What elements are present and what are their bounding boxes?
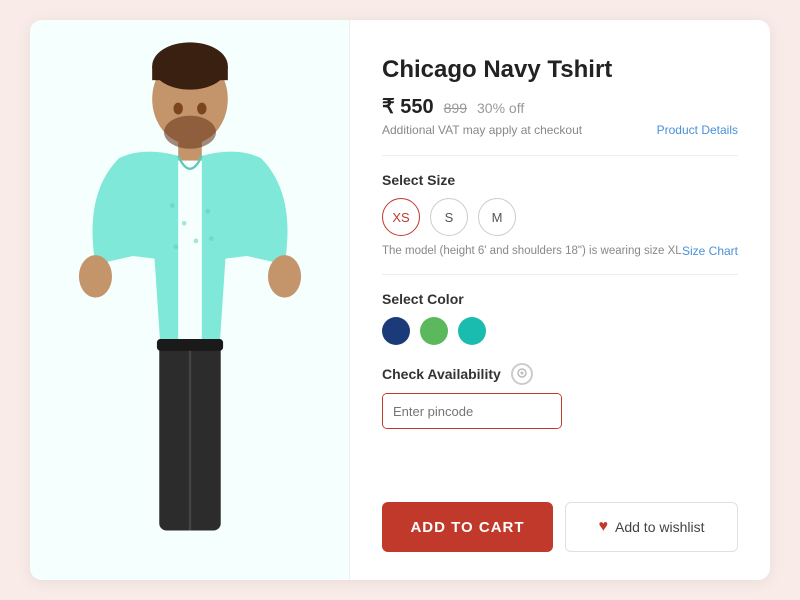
product-title: Chicago Navy Tshirt	[382, 56, 738, 84]
price-row: ₹ 550 899 30% off	[382, 94, 738, 119]
size-btn-s[interactable]: S	[430, 198, 468, 236]
product-card: Chicago Navy Tshirt ₹ 550 899 30% off Ad…	[30, 20, 770, 580]
color-teal[interactable]	[458, 317, 486, 345]
vat-text: Additional VAT may apply at checkout	[382, 123, 582, 137]
availability-label: Check Availability	[382, 366, 501, 382]
model-note-row: The model (height 6' and shoulders 18") …	[382, 244, 738, 258]
size-btn-xs[interactable]: XS	[382, 198, 420, 236]
divider-2	[382, 274, 738, 275]
size-section-label: Select Size	[382, 172, 738, 188]
pincode-row: ›	[382, 393, 738, 429]
add-to-cart-button[interactable]: ADD TO CART	[382, 502, 553, 552]
color-green[interactable]	[420, 317, 448, 345]
add-to-wishlist-button[interactable]: ♥ Add to wishlist	[565, 502, 738, 552]
product-image-section	[30, 20, 350, 580]
model-note: The model (height 6' and shoulders 18") …	[382, 245, 682, 257]
color-section-label: Select Color	[382, 291, 738, 307]
color-navy[interactable]	[382, 317, 410, 345]
location-svg	[516, 368, 528, 380]
size-options: XS S M	[382, 198, 738, 236]
availability-row: Check Availability	[382, 363, 738, 385]
add-to-wishlist-label: Add to wishlist	[615, 519, 704, 535]
price-discount: 30% off	[477, 100, 524, 116]
color-options	[382, 317, 738, 345]
pincode-input[interactable]	[383, 394, 562, 428]
product-image	[30, 20, 349, 580]
size-chart-link[interactable]: Size Chart	[682, 244, 738, 258]
price-original: 899	[444, 100, 467, 116]
pincode-input-wrap: ›	[382, 393, 562, 429]
heart-icon: ♥	[599, 518, 609, 536]
size-btn-m[interactable]: M	[478, 198, 516, 236]
divider-1	[382, 155, 738, 156]
product-details-section: Chicago Navy Tshirt ₹ 550 899 30% off Ad…	[350, 20, 770, 580]
location-icon	[511, 363, 533, 385]
product-details-link[interactable]: Product Details	[657, 123, 738, 137]
price-current: ₹ 550	[382, 94, 434, 119]
vat-row: Additional VAT may apply at checkout Pro…	[382, 123, 738, 137]
action-row: ADD TO CART ♥ Add to wishlist	[382, 502, 738, 552]
model-illustration	[60, 40, 320, 560]
